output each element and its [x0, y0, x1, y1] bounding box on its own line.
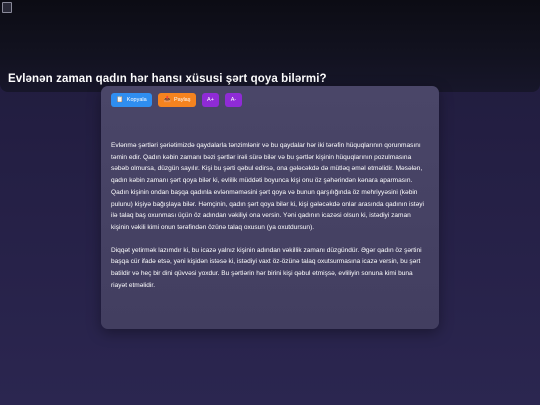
article-paragraph: Diqqət yetirmək lazımdır ki, bu icazə ya… — [111, 246, 422, 289]
share-icon: 📤 — [163, 97, 171, 103]
hero-banner: Evlənən zaman qadın hər hansı xüsusi şər… — [0, 0, 540, 92]
copy-button[interactable]: 📋 Kopyala — [111, 93, 152, 107]
share-button[interactable]: 📤 Paylaş — [158, 93, 196, 107]
share-button-label: Paylaş — [173, 97, 191, 103]
article-paragraph: Evlənmə şərtləri şəriətimizdə qaydalarla… — [111, 142, 424, 231]
font-increase-button[interactable]: A+ — [202, 93, 219, 107]
font-decrease-button[interactable]: A- — [225, 93, 242, 107]
article-card: 📋 Kopyala 📤 Paylaş A+ A- Evlənmə şərtlər… — [101, 86, 439, 329]
clipboard-icon: 📋 — [116, 97, 124, 103]
page-title: Evlənən zaman qadın hər hansı xüsusi şər… — [8, 73, 327, 85]
font-increase-label: A+ — [207, 97, 214, 103]
article-content: Evlənmə şərtləri şəriətimizdə qaydalarla… — [111, 140, 429, 291]
font-decrease-label: A- — [230, 97, 237, 103]
article-toolbar: 📋 Kopyala 📤 Paylaş A+ A- — [111, 93, 242, 107]
broken-image-icon — [2, 2, 12, 13]
copy-button-label: Kopyala — [126, 97, 147, 103]
